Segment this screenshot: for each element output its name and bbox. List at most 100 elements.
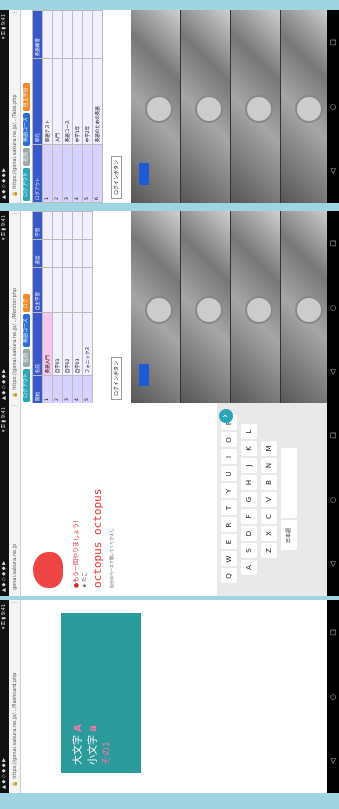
nav-bar: ◁ ○ □ — [327, 10, 339, 203]
lesson-link[interactable]: 英語コース — [62, 58, 73, 145]
footer-note: 自分のペースで聞いてくりかえし — [109, 528, 114, 588]
key[interactable]: B — [261, 475, 277, 490]
nav-bar: ◁ ○ □ — [327, 211, 339, 404]
url-bar[interactable]: 🔒https://gonai.sakura.ne.jp/.../Monitor.… — [9, 211, 21, 404]
login-toast[interactable]: ログインボタン — [111, 356, 122, 400]
language-key[interactable]: 日本語 — [281, 520, 297, 551]
nav-bar: ◁ ○ □ — [327, 600, 339, 793]
key[interactable]: F — [241, 509, 257, 524]
nav-bar: ◁ ○ □ — [327, 403, 339, 596]
tab-logout[interactable]: ログアウト — [23, 167, 30, 201]
key[interactable]: E — [221, 534, 237, 550]
video-frame — [231, 10, 281, 203]
lesson-link[interactable]: 単語テスト — [42, 58, 53, 145]
video-frame — [281, 10, 327, 203]
home-icon[interactable]: ○ — [329, 104, 337, 110]
screenshot-panel-3: ▲ ◆ ◇ ◆ ◆ ▶ ▾ ⚿ ▮ 9:41 gonai.sakura.ne.jp… — [0, 403, 339, 596]
status-bar: ▲ ◆ ◇ ◆ ◆ ▶ ▾ ⚿ ▮ 9:41 — [0, 600, 9, 793]
screenshot-panel-1: ▲ ◆ ◇ ◆ ◆ ▶ ▾ ⚿ ▮ 9:41 🔒https://gonai.sak… — [0, 10, 339, 203]
back-icon[interactable]: ◁ — [329, 561, 337, 566]
video-frame — [131, 10, 181, 203]
page-content: ログアウト 名前 英語コース ログ 開始 名前 自主学習 進度 学習 1 英語入門 2自… — [21, 211, 327, 404]
flashcard[interactable]: 大文字 A 小文字 a その1 — [61, 613, 141, 773]
key[interactable]: V — [261, 492, 277, 507]
recents-icon[interactable]: □ — [329, 240, 337, 247]
key[interactable]: L — [241, 424, 257, 439]
monitor-table: 開始 名前 自主学習 進度 学習 1 英語入門 2 自学01 3 自学02 4 自学03 5フ… — [32, 211, 93, 404]
key[interactable]: T — [221, 500, 237, 516]
key[interactable]: A — [241, 560, 257, 575]
key[interactable]: R — [221, 517, 237, 533]
menu-icon[interactable]: ⋮ — [9, 10, 20, 15]
hint-text: ★ たこ — [82, 571, 88, 588]
prompt-text: ●もう一回やりましょう！ — [73, 516, 80, 588]
key[interactable]: D — [241, 526, 257, 541]
tab-course[interactable]: 英語コース — [23, 314, 30, 347]
key[interactable]: J — [241, 458, 257, 473]
menu-icon[interactable]: ⋮ — [9, 211, 20, 216]
video-frame — [181, 211, 231, 404]
login-toast[interactable]: ログインボタン — [111, 155, 122, 199]
menu-icon[interactable]: ⋮ — [9, 403, 20, 408]
key[interactable]: I — [221, 449, 237, 465]
key[interactable]: M — [261, 441, 277, 456]
home-icon[interactable]: ○ — [329, 305, 337, 311]
url-bar[interactable]: 🔒https://gonai.sakura.ne.jp/.../Tabs.php… — [9, 10, 21, 203]
key[interactable]: Y — [221, 483, 237, 499]
home-icon[interactable]: ○ — [329, 694, 337, 700]
home-icon[interactable]: ○ — [329, 497, 337, 503]
space-key[interactable] — [281, 448, 297, 519]
lock-icon: 🔒 — [12, 190, 18, 197]
tab-logout[interactable]: ログアウト — [23, 368, 30, 402]
key[interactable]: H — [241, 475, 257, 490]
submit-icon[interactable]: › — [219, 409, 233, 423]
recents-icon[interactable]: □ — [329, 432, 337, 439]
lesson-link[interactable]: 入門 — [52, 58, 63, 145]
recents-icon[interactable]: □ — [329, 39, 337, 46]
tab-bar: ログアウト 名前 英語コース ログ — [21, 211, 32, 404]
lesson-table: ログアウト 単元 英語練習 1 単語テスト 2 入門 3 英語コース 4 中学1年 5 中学2… — [32, 10, 103, 203]
lock-icon: 🔒 — [12, 780, 18, 787]
status-bar: ▲ ◆ ◇ ◆ ◆ ▶ ▾ ⚿ ▮ 9:41 — [0, 211, 9, 404]
key[interactable]: W — [221, 551, 237, 567]
lesson-link[interactable]: 中学1年 — [72, 58, 83, 145]
lock-icon: 🔒 — [12, 391, 18, 398]
back-icon[interactable]: ◁ — [329, 168, 337, 173]
tab-course[interactable]: 英語コース — [23, 113, 30, 146]
status-bar: ▲ ◆ ◇ ◆ ◆ ▶ ▾ ⚿ ▮ 9:41 — [0, 403, 9, 596]
key[interactable]: S — [241, 543, 257, 558]
page-content: 大文字 A 小文字 a その1 — [21, 600, 327, 793]
tab-bar: ログアウト 名前 英語コース 自主学習 — [21, 10, 32, 203]
recents-icon[interactable]: □ — [329, 629, 337, 636]
video-frame — [181, 10, 231, 203]
key[interactable]: X — [261, 526, 277, 541]
key[interactable]: Q — [221, 568, 237, 584]
key[interactable]: C — [261, 509, 277, 524]
key[interactable]: G — [241, 492, 257, 507]
lesson-link[interactable]: 中学2年 — [82, 58, 93, 145]
video-strip — [131, 10, 327, 203]
key[interactable]: U — [221, 466, 237, 482]
key[interactable]: N — [261, 458, 277, 473]
key[interactable]: K — [241, 441, 257, 456]
screenshot-panel-4: ▲ ◆ ◇ ◆ ◆ ▶ ▾ ⚿ ▮ 9:41 🔒https://gonai.sak… — [0, 600, 339, 793]
page-content: ●もう一回やりましょう！ ★ たこ octopus octopus 自分のペース… — [21, 403, 327, 596]
status-bar: ▲ ◆ ◇ ◆ ◆ ▶ ▾ ⚿ ▮ 9:41 — [0, 10, 9, 203]
url-bar[interactable]: gonai.sakura.ne.jp ⋮ — [9, 403, 21, 596]
tab-name[interactable]: 名前 — [23, 147, 30, 166]
video-frame — [231, 211, 281, 404]
menu-icon[interactable]: ⋮ — [9, 600, 20, 605]
tab-name[interactable]: 名前 — [23, 348, 30, 367]
key[interactable]: O — [221, 432, 237, 448]
lesson-link[interactable]: 英語のための英語 — [92, 58, 103, 145]
url-bar[interactable]: 🔒https://gonai.sakura.ne.jp/.../flashcar… — [9, 600, 21, 793]
tab-self-study[interactable]: 自主学習 — [23, 83, 30, 112]
key[interactable]: Z — [261, 543, 277, 558]
soft-keyboard: › QWERTYUIOP ASDFGHJKL ZXCVBNM 日本語 — [217, 403, 327, 596]
video-frame — [281, 211, 327, 404]
page-content: ログアウト 名前 英語コース 自主学習 ログアウト 単元 英語練習 1 単語テスト 2… — [21, 10, 327, 203]
tab-log[interactable]: ログ — [23, 294, 30, 313]
back-icon[interactable]: ◁ — [329, 758, 337, 763]
answer-word: octopus octopus — [91, 488, 104, 588]
back-icon[interactable]: ◁ — [329, 369, 337, 374]
